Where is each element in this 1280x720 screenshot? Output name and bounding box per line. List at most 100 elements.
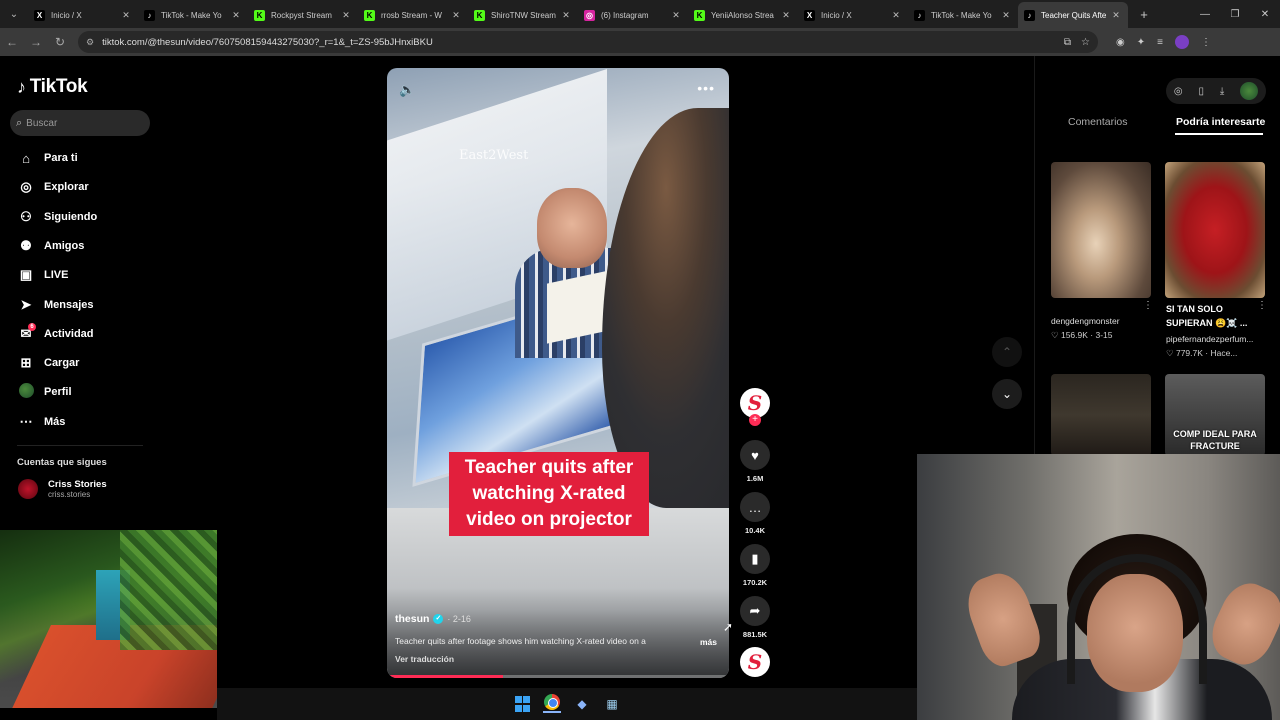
maximize-button[interactable]: ❐: [1220, 9, 1250, 20]
browser-tab[interactable]: ♪ TikTok - Make Yo ✕: [138, 2, 248, 28]
like-action[interactable]: ♥ 1.6M: [740, 440, 770, 483]
tab-label: TikTok - Make Yo: [931, 10, 992, 20]
sidebar-item-actividad[interactable]: ✉ 6 Actividad: [18, 322, 94, 344]
tab-close-icon[interactable]: ✕: [230, 10, 242, 21]
previous-video-button[interactable]: ⌃: [992, 337, 1022, 367]
browser-tab[interactable]: X Inicio / X ✕: [28, 2, 138, 28]
coin-icon[interactable]: ◎: [1174, 86, 1183, 97]
save-action[interactable]: ▮ 170.2K: [740, 544, 770, 587]
browser-tab[interactable]: K YeniiAlonso Strea ✕: [688, 2, 798, 28]
close-window-button[interactable]: ✕: [1250, 9, 1280, 20]
sidebar-item-explorar[interactable]: ◎ Explorar: [18, 177, 88, 197]
see-translation-link[interactable]: Ver traducción: [395, 654, 454, 664]
browser-tab[interactable]: X Inicio / X ✕: [798, 2, 908, 28]
minimize-button[interactable]: —: [1190, 9, 1220, 20]
browser-tab[interactable]: K Rockpyst Stream ✕: [248, 2, 358, 28]
tab-search-icon[interactable]: ⌄: [0, 0, 28, 28]
sidebar-item-amigos[interactable]: ⚉ Amigos: [18, 236, 84, 256]
suggested-thumb-4[interactable]: COMP IDEAL PARA FRACTURE: [1165, 374, 1265, 456]
card-2-user[interactable]: pipefernandezperfum...: [1166, 334, 1253, 344]
bookmark-icon[interactable]: ▮: [740, 544, 770, 574]
tab-comments[interactable]: Comentarios: [1068, 116, 1128, 128]
sidebar-item-cargar[interactable]: ⊞ Cargar: [18, 353, 80, 373]
tab-close-icon[interactable]: ✕: [670, 10, 682, 21]
video-more-options-icon[interactable]: •••: [697, 80, 715, 96]
reload-button[interactable]: ↻: [48, 35, 72, 49]
chrome-taskbar-icon[interactable]: [543, 694, 561, 713]
forward-button[interactable]: →: [24, 35, 48, 49]
share-action[interactable]: ➦ 881.5K: [740, 596, 770, 639]
extension-icon[interactable]: ◉: [1116, 37, 1125, 48]
user-avatar[interactable]: [1240, 82, 1259, 100]
comment-icon[interactable]: …: [740, 492, 770, 522]
suggested-thumb-3[interactable]: [1051, 374, 1151, 456]
site-info-icon[interactable]: ⚙: [86, 37, 94, 48]
activity-icon: ✉ 6: [18, 322, 36, 342]
tab-close-icon[interactable]: ✕: [780, 10, 792, 21]
sidebar-item-más[interactable]: ⋯ Más: [18, 412, 66, 432]
volume-icon[interactable]: 🔈: [399, 82, 415, 98]
suggested-thumb-2[interactable]: [1165, 162, 1265, 298]
bookmark-star-icon[interactable]: ☆: [1081, 37, 1090, 48]
card-2-title[interactable]: SI TAN SOLO SUPIERAN 😩☠️ ...: [1166, 302, 1256, 330]
share-icon[interactable]: ➦: [740, 596, 770, 626]
tab-label: Inicio / X: [51, 10, 82, 20]
tab-close-icon[interactable]: ✕: [1000, 10, 1012, 21]
heart-icon[interactable]: ♥: [740, 440, 770, 470]
sidebar-item-siguiendo[interactable]: ⚇ Siguiendo: [18, 207, 97, 227]
tab-close-icon[interactable]: ✕: [890, 10, 902, 21]
profile-avatar-image: [18, 383, 34, 399]
address-bar[interactable]: ⚙ tiktok.com/@thesun/video/7607508159443…: [78, 31, 1098, 53]
tiktok-logo[interactable]: ♪ TikTok: [17, 76, 88, 98]
windows-start-icon[interactable]: [513, 695, 531, 713]
tab-suggested[interactable]: Podría interesarte: [1176, 116, 1265, 128]
sidebar-item-live[interactable]: ▣ LIVE: [18, 265, 69, 285]
app-taskbar-icon[interactable]: ◆: [573, 695, 591, 713]
url-text[interactable]: tiktok.com/@thesun/video/760750815944327…: [102, 37, 1064, 48]
author-name[interactable]: thesun: [395, 613, 429, 625]
followed-account[interactable]: Criss Stories criss.stories: [18, 479, 107, 499]
music-disc[interactable]: S: [740, 647, 770, 677]
browser-tab[interactable]: ◎ (6) Instagram ✕: [578, 2, 688, 28]
card-1-more-icon[interactable]: ⋮: [1143, 300, 1153, 311]
card-2-more-icon[interactable]: ⋮: [1257, 300, 1267, 311]
suggested-thumb-1[interactable]: [1051, 162, 1151, 298]
tab-close-icon[interactable]: ✕: [1110, 10, 1122, 21]
comment-action[interactable]: … 10.4K: [740, 492, 770, 535]
browser-tab[interactable]: K ShiroTNW Stream ✕: [468, 2, 578, 28]
sidebar-item-label: Amigos: [44, 239, 85, 252]
card-1-user[interactable]: dengdengmonster: [1051, 316, 1120, 326]
tab-close-icon[interactable]: ✕: [450, 10, 462, 21]
download-icon[interactable]: ⤓: [1220, 86, 1224, 97]
tab-close-icon[interactable]: ✕: [120, 10, 132, 21]
browser-tab[interactable]: ♪ Teacher Quits Afte ✕: [1018, 2, 1128, 28]
video-player[interactable]: East2West Teacher quits after watching X…: [387, 68, 729, 678]
extensions-puzzle-icon[interactable]: ✦: [1137, 37, 1145, 48]
new-tab-button[interactable]: +: [1134, 7, 1154, 22]
tab-close-icon[interactable]: ✕: [560, 10, 572, 21]
video-progress-bar[interactable]: [387, 675, 729, 678]
follow-plus-button[interactable]: +: [749, 414, 761, 426]
sidebar-item-para-ti[interactable]: ⌂ Para ti: [18, 148, 78, 168]
tab-label: rrosb Stream - W: [381, 10, 442, 20]
next-video-button[interactable]: ⌄: [992, 379, 1022, 409]
phone-icon[interactable]: ▯: [1198, 86, 1204, 97]
game-leaves: [120, 530, 217, 650]
video-author[interactable]: thesun ✓ · 2-16: [395, 613, 471, 625]
sidebar-item-mensajes[interactable]: ➤ Mensajes: [18, 295, 94, 315]
mouse-cursor-icon: ➚: [723, 620, 734, 634]
browser-tab[interactable]: ♪ TikTok - Make Yo ✕: [908, 2, 1018, 28]
search-input[interactable]: [26, 117, 137, 129]
search-box[interactable]: ⌕: [10, 110, 150, 136]
browser-tab[interactable]: Krrosb Stream - W ✕: [358, 2, 468, 28]
tab-close-icon[interactable]: ✕: [340, 10, 352, 21]
profile-avatar-icon[interactable]: [1174, 35, 1189, 49]
sidebar-item-perfil[interactable]: Perfil: [18, 382, 72, 402]
media-control-icon[interactable]: ≡: [1157, 37, 1163, 48]
calculator-taskbar-icon[interactable]: ▦: [603, 695, 621, 713]
back-button[interactable]: ←: [0, 35, 24, 49]
browser-menu-icon[interactable]: ⋮: [1201, 37, 1211, 48]
description-more-link[interactable]: más: [700, 637, 717, 647]
tab-label: ShiroTNW Stream: [491, 10, 556, 20]
install-app-icon[interactable]: ⧉: [1064, 37, 1071, 48]
